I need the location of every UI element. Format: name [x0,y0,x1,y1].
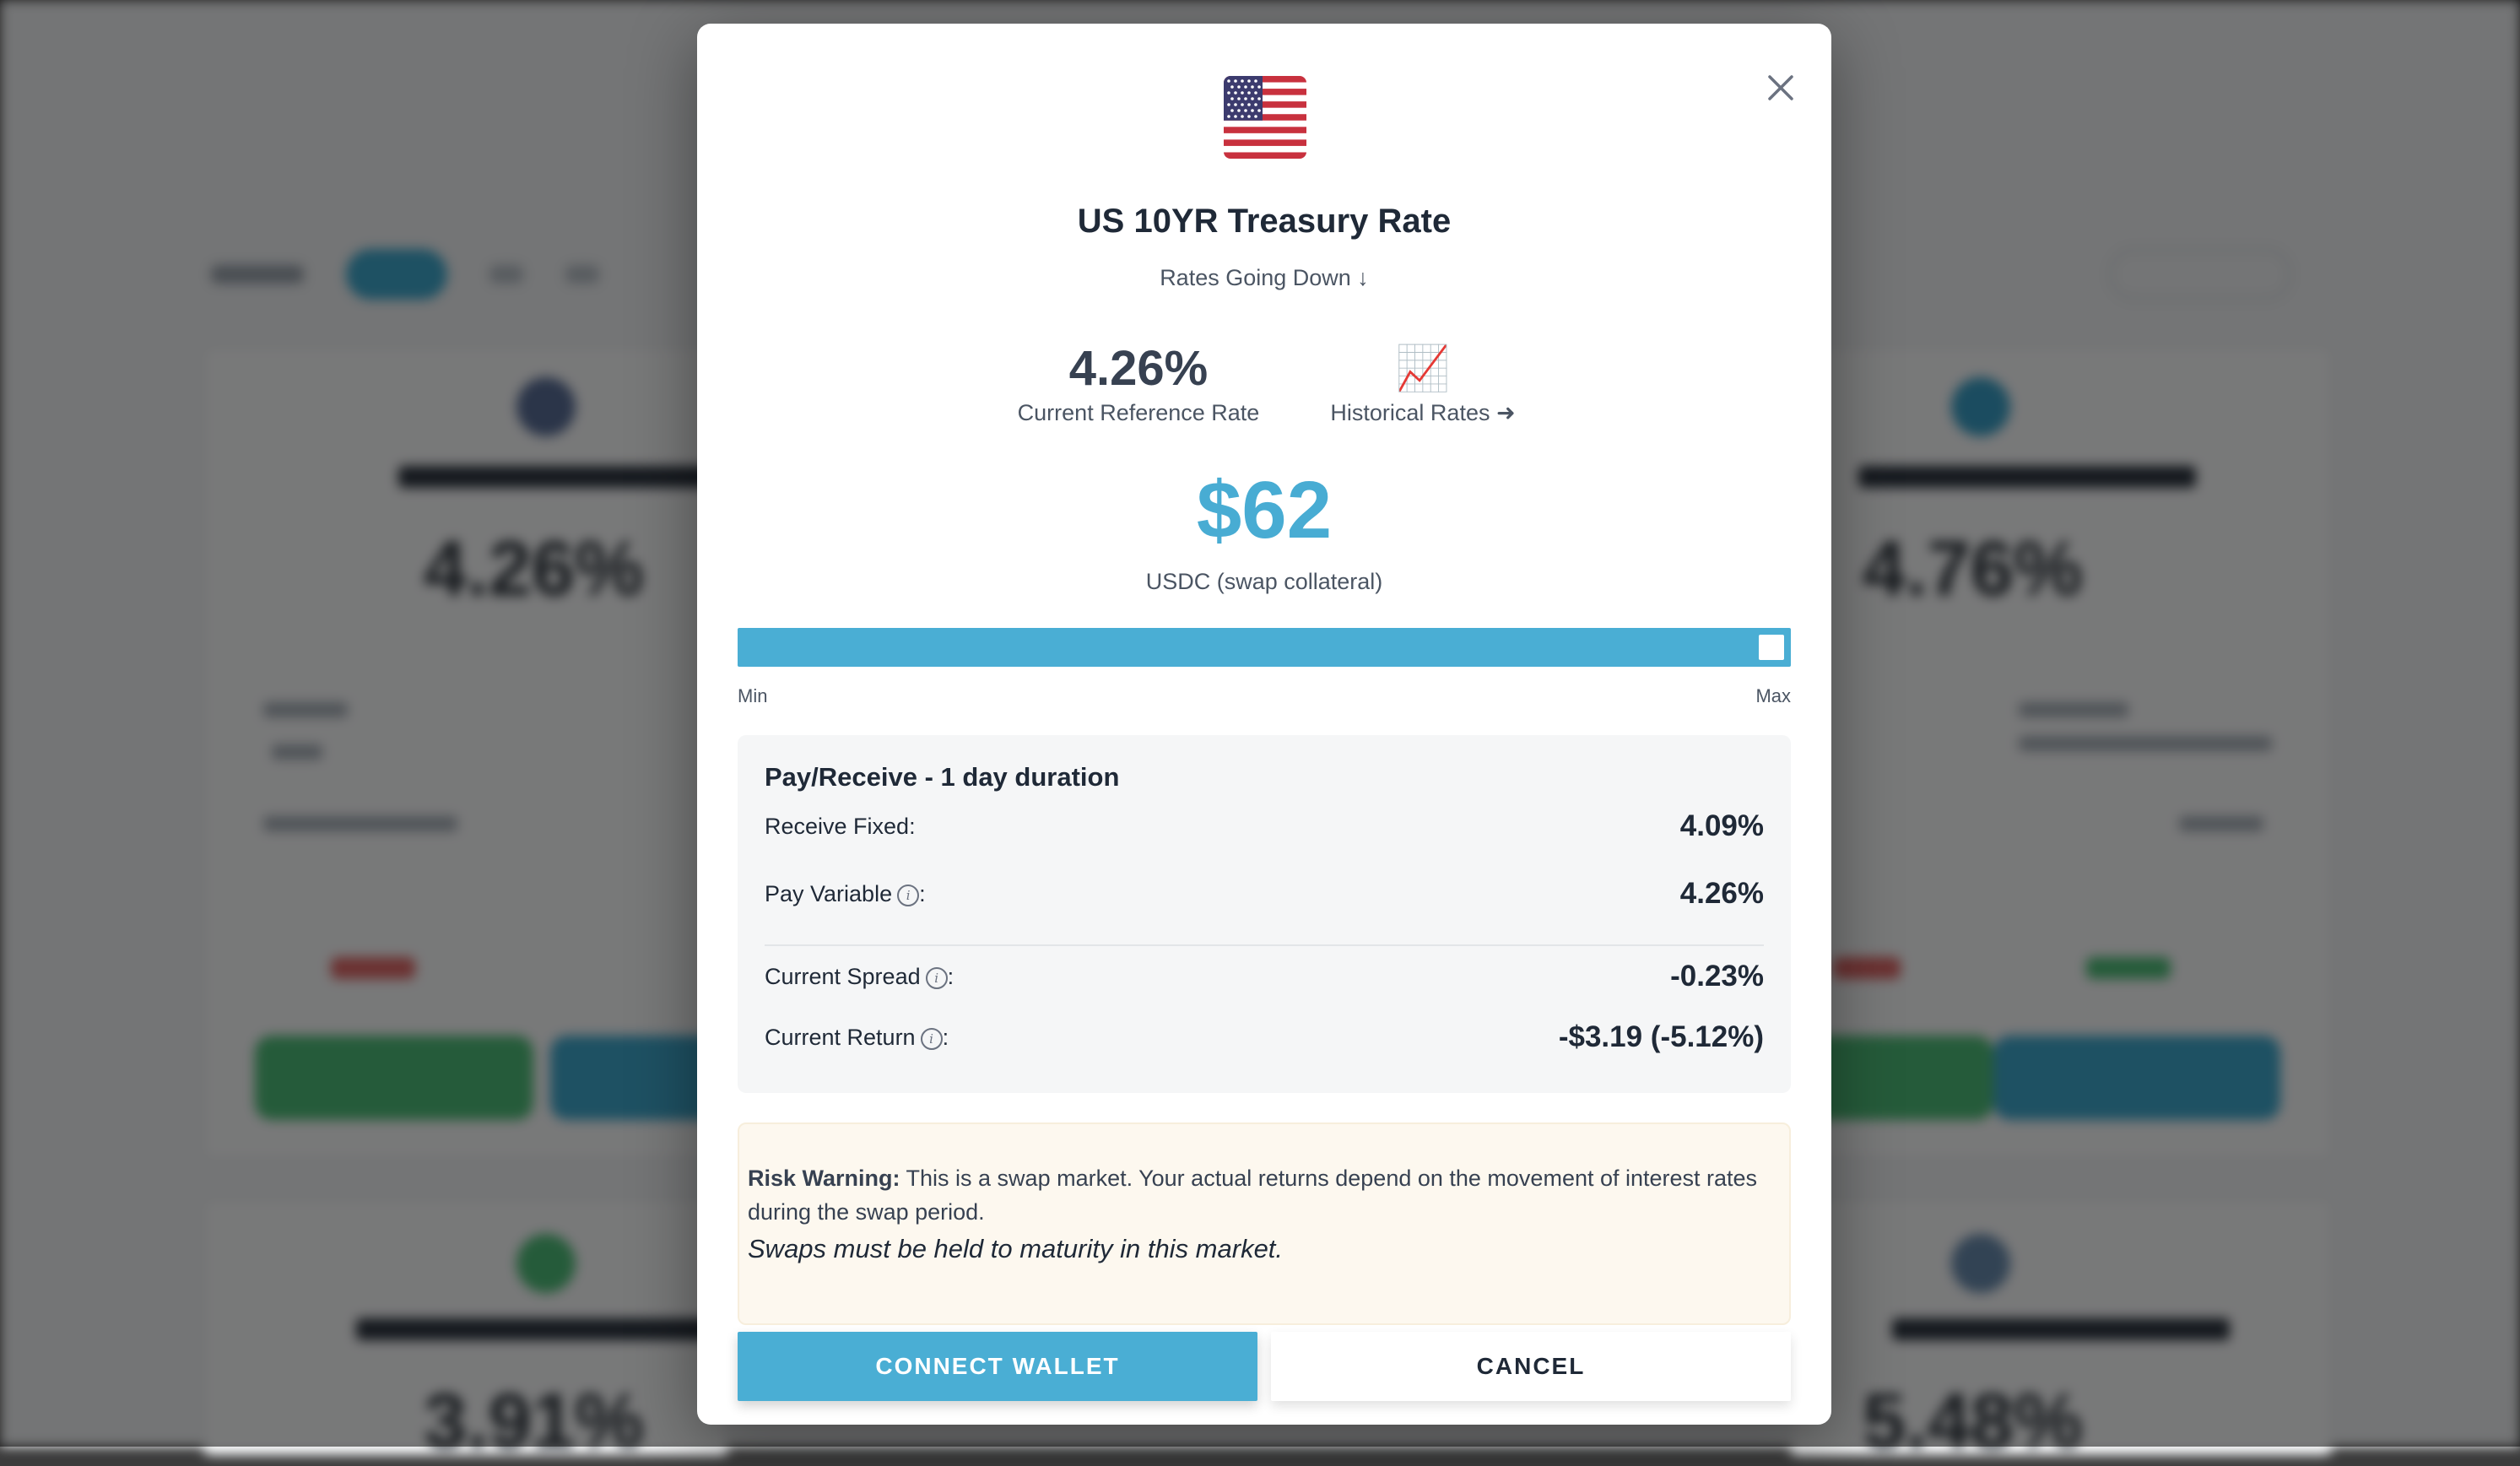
receive-fixed-label: Receive Fixed: [765,813,916,839]
label-colon: : [947,963,954,989]
rate-direction-label: Rates Going Down ↓ [1160,265,1369,290]
current-return-value: -$3.19 (-5.12%) [1558,1020,1764,1053]
pay-variable-row: Pay Variable i: 4.26% [765,877,1764,911]
risk-warning-text: Risk Warning: This is a swap market. You… [748,1161,1772,1229]
collateral-label: USDC (swap collateral) [1145,569,1383,594]
reference-rate-stat: 4.26% Current Reference Rate [999,339,1278,426]
modal-title: US 10YR Treasury Rate [1077,203,1452,240]
us-flag-icon [1224,76,1306,159]
receive-fixed-value: 4.09% [1679,809,1764,842]
pay-variable-value: 4.26% [1679,877,1764,910]
cancel-button[interactable]: CANCEL [1271,1332,1791,1401]
info-icon[interactable]: i [925,966,948,989]
info-icon[interactable]: i [897,884,920,906]
label-colon: : [919,880,926,906]
pay-receive-summary: Pay/Receive - 1 day duration Receive Fix… [738,735,1791,1093]
info-icon[interactable]: i [920,1027,943,1050]
risk-warning-box: Risk Warning: This is a swap market. You… [738,1122,1791,1325]
current-spread-value: -0.23% [1670,960,1764,993]
summary-divider [765,944,1764,946]
risk-warning-heading: Risk Warning: [748,1166,900,1191]
collateral-amount: $62 [1196,465,1333,555]
current-spread-label: Current Spread [765,963,921,989]
historical-rates-link[interactable]: 📈 Historical Rates ➜ [1305,339,1541,426]
pay-variable-label: Pay Variable [765,880,893,906]
connect-wallet-button[interactable]: CONNECT WALLET [738,1332,1257,1401]
collateral-slider[interactable] [738,628,1791,667]
slider-handle[interactable] [1759,635,1784,660]
maturity-note: Swaps must be held to maturity in this m… [748,1234,1284,1263]
current-return-row: Current Return i: -$3.19 (-5.12%) [765,1020,1764,1054]
reference-rate-label: Current Reference Rate [1017,400,1260,425]
historical-rates-label: Historical Rates ➜ [1330,400,1516,425]
swap-modal: US 10YR Treasury Rate Rates Going Down ↓… [697,24,1831,1425]
current-return-label: Current Return [765,1024,916,1050]
chart-increasing-icon: 📈 [1395,344,1451,393]
label-colon: : [942,1024,949,1050]
summary-title: Pay/Receive - 1 day duration [765,762,1120,792]
slider-max-label: Max [1755,685,1791,706]
slider-min-label: Min [738,685,768,706]
current-spread-row: Current Spread i: -0.23% [765,960,1764,993]
close-button[interactable] [1757,64,1804,111]
receive-fixed-row: Receive Fixed: 4.09% [765,809,1764,843]
close-icon [1768,75,1793,100]
reference-rate-value: 4.26% [1068,341,1209,396]
